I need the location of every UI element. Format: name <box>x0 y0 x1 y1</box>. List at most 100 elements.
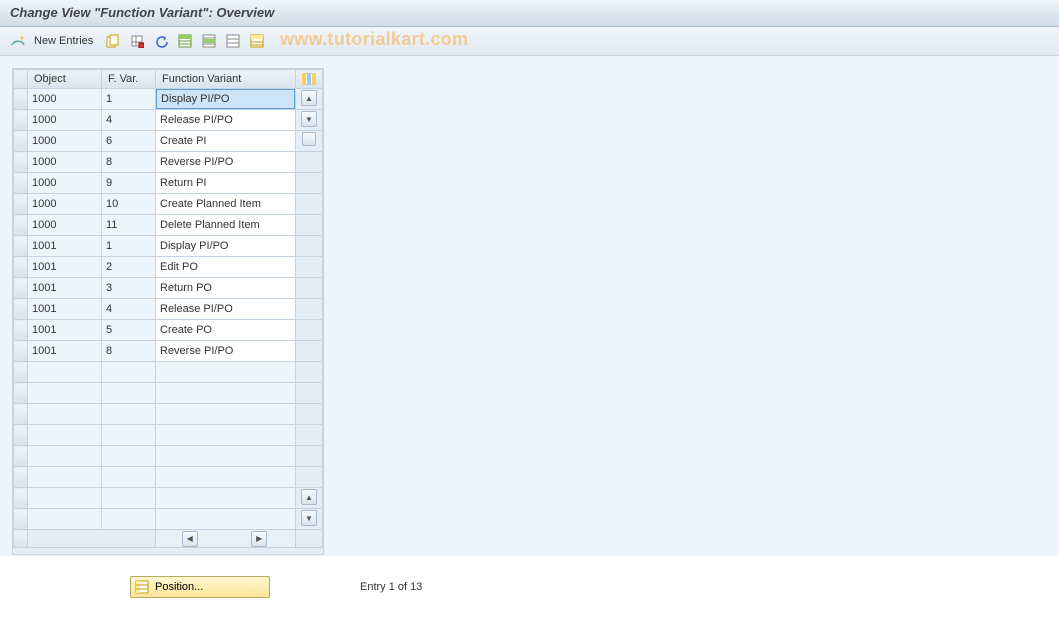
fvar-cell[interactable] <box>102 194 155 214</box>
row-selector[interactable] <box>14 152 28 173</box>
row-selector[interactable] <box>14 341 28 362</box>
object-cell[interactable] <box>28 236 101 256</box>
new-entries-button[interactable]: New Entries <box>32 35 99 47</box>
function-variant-cell[interactable] <box>156 383 295 403</box>
object-cell[interactable] <box>28 257 101 277</box>
object-cell[interactable] <box>28 509 101 529</box>
scroll-up-icon[interactable]: ▲ <box>301 90 317 106</box>
fvar-cell[interactable] <box>102 299 155 319</box>
vertical-scroll-track[interactable] <box>296 236 323 257</box>
vertical-scroll-track[interactable] <box>296 404 323 425</box>
select-block-icon[interactable] <box>199 31 219 51</box>
vertical-scroll-track[interactable] <box>296 467 323 488</box>
fvar-cell[interactable] <box>102 110 155 130</box>
vertical-scroll-track[interactable] <box>296 257 323 278</box>
deselect-all-icon[interactable] <box>223 31 243 51</box>
object-cell[interactable] <box>28 467 101 487</box>
fvar-cell[interactable] <box>102 383 155 403</box>
vertical-scroll-track[interactable]: ▼ <box>296 110 323 131</box>
scroll-up-icon[interactable]: ▲ <box>301 489 317 505</box>
fvar-cell[interactable] <box>102 362 155 382</box>
object-cell[interactable] <box>28 383 101 403</box>
fvar-cell[interactable] <box>102 404 155 424</box>
object-cell[interactable] <box>28 278 101 298</box>
other-view-icon[interactable] <box>8 31 28 51</box>
function-variant-cell[interactable] <box>156 194 295 214</box>
fvar-cell[interactable] <box>102 278 155 298</box>
object-cell[interactable] <box>28 341 101 361</box>
vertical-scroll-track[interactable] <box>296 383 323 404</box>
function-variant-cell[interactable] <box>156 488 295 508</box>
function-variant-cell[interactable] <box>156 278 295 298</box>
fvar-cell[interactable] <box>102 467 155 487</box>
function-variant-cell[interactable] <box>156 362 295 382</box>
vertical-scroll-track[interactable] <box>296 362 323 383</box>
fvar-cell[interactable] <box>102 425 155 445</box>
row-selector[interactable] <box>14 509 28 530</box>
fvar-cell[interactable] <box>102 446 155 466</box>
fvar-cell[interactable] <box>102 236 155 256</box>
row-selector[interactable] <box>14 299 28 320</box>
row-selector[interactable] <box>14 278 28 299</box>
column-header-object[interactable]: Object <box>28 70 102 89</box>
fvar-cell[interactable] <box>102 152 155 172</box>
row-selector[interactable] <box>14 383 28 404</box>
object-cell[interactable] <box>28 299 101 319</box>
fvar-cell[interactable] <box>102 320 155 340</box>
row-selector[interactable] <box>14 173 28 194</box>
vertical-scroll-track[interactable] <box>296 215 323 236</box>
object-cell[interactable] <box>28 425 101 445</box>
print-icon[interactable] <box>247 31 267 51</box>
vertical-scroll-track[interactable] <box>296 173 323 194</box>
function-variant-cell[interactable] <box>156 299 295 319</box>
function-variant-cell[interactable] <box>156 404 295 424</box>
function-variant-cell[interactable] <box>156 173 295 193</box>
object-cell[interactable] <box>28 362 101 382</box>
fvar-cell[interactable] <box>102 488 155 508</box>
vertical-scroll-track[interactable]: ▲ <box>296 488 323 509</box>
function-variant-cell[interactable] <box>156 89 295 109</box>
function-variant-cell[interactable] <box>156 446 295 466</box>
row-selector-header[interactable] <box>14 70 28 89</box>
function-variant-cell[interactable] <box>156 467 295 487</box>
row-selector[interactable] <box>14 467 28 488</box>
fvar-cell[interactable] <box>102 89 155 109</box>
function-variant-cell[interactable] <box>156 320 295 340</box>
row-selector[interactable] <box>14 362 28 383</box>
row-selector[interactable] <box>14 320 28 341</box>
object-cell[interactable] <box>28 446 101 466</box>
function-variant-cell[interactable] <box>156 215 295 235</box>
vertical-scroll-track[interactable] <box>296 278 323 299</box>
vertical-scroll-track[interactable] <box>296 446 323 467</box>
row-selector[interactable] <box>14 488 28 509</box>
select-all-icon[interactable] <box>175 31 195 51</box>
object-cell[interactable] <box>28 194 101 214</box>
object-cell[interactable] <box>28 404 101 424</box>
position-button[interactable]: Position... <box>130 576 270 598</box>
scroll-thumb[interactable] <box>302 132 316 146</box>
object-cell[interactable] <box>28 488 101 508</box>
fvar-cell[interactable] <box>102 131 155 151</box>
object-cell[interactable] <box>28 215 101 235</box>
object-cell[interactable] <box>28 152 101 172</box>
function-variant-cell[interactable] <box>156 131 295 151</box>
scroll-left-icon[interactable]: ◀ <box>182 531 198 547</box>
column-header-function-variant[interactable]: Function Variant <box>156 70 296 89</box>
row-selector[interactable] <box>14 257 28 278</box>
column-header-fvar[interactable]: F. Var. <box>102 70 156 89</box>
function-variant-cell[interactable] <box>156 110 295 130</box>
vertical-scroll-track[interactable]: ▲ <box>296 89 323 110</box>
object-cell[interactable] <box>28 110 101 130</box>
fvar-cell[interactable] <box>102 341 155 361</box>
vertical-scroll-track[interactable] <box>296 425 323 446</box>
function-variant-cell[interactable] <box>156 509 295 529</box>
scroll-down-icon[interactable]: ▼ <box>301 510 317 526</box>
object-cell[interactable] <box>28 320 101 340</box>
vertical-scroll-track[interactable]: ▼ <box>296 509 323 530</box>
row-selector[interactable] <box>14 236 28 257</box>
horizontal-scroll-track[interactable]: ◀▶ <box>156 531 295 547</box>
fvar-cell[interactable] <box>102 215 155 235</box>
vertical-scroll-track[interactable] <box>296 194 323 215</box>
row-selector[interactable] <box>14 446 28 467</box>
fvar-cell[interactable] <box>102 257 155 277</box>
